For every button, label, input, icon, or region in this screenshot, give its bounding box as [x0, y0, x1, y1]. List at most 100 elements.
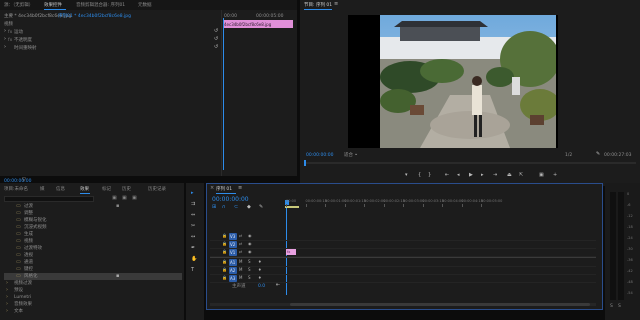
- expand-arrow-icon[interactable]: ›: [4, 29, 6, 34]
- go-to-out-icon[interactable]: ⇥: [493, 173, 497, 178]
- tree-item[interactable]: 过渡特效: [24, 246, 42, 251]
- expand-arrow-icon[interactable]: ›: [4, 37, 6, 42]
- tree-item[interactable]: 生成: [24, 232, 33, 237]
- play-icon[interactable]: ▶: [469, 173, 473, 178]
- expand-arrow-icon[interactable]: ›: [6, 295, 8, 300]
- add-marker-icon[interactable]: ◆: [247, 205, 251, 210]
- tree-item[interactable]: 调整: [24, 211, 33, 216]
- sequence-tab[interactable]: 序列 01: [216, 187, 232, 192]
- tab-effect-controls[interactable]: 效果控件: [44, 3, 62, 8]
- tree-item[interactable]: 透视: [24, 253, 33, 258]
- eye-icon[interactable]: ◉: [248, 241, 252, 246]
- lift-icon[interactable]: ⏏: [507, 173, 512, 178]
- folder-icon[interactable]: ▭: [16, 225, 21, 230]
- program-timecode[interactable]: 00:00:00:00: [306, 153, 333, 158]
- effects-tab-3[interactable]: 效果: [80, 187, 89, 192]
- tree-item[interactable]: 沉浸式视频: [24, 225, 47, 230]
- out-point-icon[interactable]: }: [428, 173, 431, 178]
- folder-icon[interactable]: ▭: [16, 260, 21, 265]
- go-to-in-icon[interactable]: ⇤: [445, 173, 449, 178]
- chevron-down-icon[interactable]: ⌄: [354, 152, 358, 157]
- master-track-value[interactable]: 0.0: [258, 284, 265, 289]
- folder-icon[interactable]: ▭: [16, 239, 21, 244]
- folder-icon[interactable]: ▭: [16, 204, 21, 209]
- folder-icon[interactable]: ▭: [16, 253, 21, 258]
- tab-metadata[interactable]: 元数据: [138, 3, 152, 8]
- tree-item[interactable]: 键控: [24, 267, 33, 272]
- extract-icon[interactable]: ⇱: [519, 173, 523, 178]
- sync-lock-icon[interactable]: ⇄: [239, 241, 242, 246]
- snap-icon[interactable]: ∩: [222, 205, 226, 210]
- effects-search-input[interactable]: [4, 196, 94, 202]
- close-icon[interactable]: ×: [210, 186, 214, 191]
- sync-lock-icon[interactable]: ⇄: [239, 249, 242, 254]
- folder-icon[interactable]: ▭: [16, 232, 21, 237]
- property-opacity[interactable]: 不透明度: [14, 38, 32, 43]
- tree-item[interactable]: 文本: [14, 309, 23, 314]
- wrench-icon[interactable]: ✎: [259, 205, 263, 210]
- hand-icon[interactable]: ✋: [191, 257, 197, 262]
- selection-tool-icon[interactable]: ▸: [191, 191, 194, 196]
- new-item-icon[interactable]: ▪: [116, 274, 119, 279]
- timeline-timecode[interactable]: 00:00:00:00: [212, 197, 249, 203]
- tree-item[interactable]: 通道: [24, 260, 33, 265]
- pen-icon[interactable]: ✒: [191, 246, 195, 251]
- tree-item[interactable]: Lumetri: [14, 295, 31, 300]
- program-scrub-bar[interactable]: [304, 162, 636, 164]
- timeline-scroll-handle[interactable]: [290, 303, 590, 306]
- panel-menu-icon[interactable]: ≡: [334, 2, 338, 7]
- tree-item[interactable]: 音频效果: [14, 302, 32, 307]
- tree-item[interactable]: 风格化: [24, 274, 38, 279]
- linked-selection-icon[interactable]: ⊂: [234, 205, 238, 210]
- solo-icon[interactable]: S: [248, 259, 251, 264]
- razor-icon[interactable]: ✂: [191, 224, 195, 229]
- track-select-icon[interactable]: ⇉: [191, 202, 195, 207]
- tree-item[interactable]: 视频过渡: [14, 281, 32, 286]
- meter-solo-left[interactable]: S: [610, 304, 613, 309]
- lock-icon[interactable]: 🔒: [222, 249, 227, 254]
- nest-icon[interactable]: ⊞: [212, 205, 216, 210]
- wrench-icon[interactable]: ✎: [596, 152, 600, 157]
- property-time-remap[interactable]: 时间重映射: [14, 46, 37, 51]
- sync-lock-icon[interactable]: ⇄: [239, 233, 242, 238]
- expand-arrow-icon[interactable]: ›: [6, 288, 8, 293]
- program-playhead[interactable]: [304, 160, 306, 166]
- in-point-icon[interactable]: {: [418, 173, 421, 178]
- tree-item[interactable]: 过渡: [24, 204, 33, 209]
- mute-icon[interactable]: M: [239, 275, 242, 280]
- folder-icon[interactable]: ▭: [16, 246, 21, 251]
- step-forward-icon[interactable]: ▸: [481, 173, 484, 178]
- solo-icon[interactable]: S: [248, 275, 251, 280]
- lock-icon[interactable]: 🔒: [222, 259, 227, 264]
- tree-item[interactable]: 预设: [14, 288, 23, 293]
- effects-tab-0[interactable]: 项目:未命名: [4, 187, 28, 192]
- lock-icon[interactable]: 🔒: [222, 267, 227, 272]
- lock-icon[interactable]: 🔒: [222, 241, 227, 246]
- lock-icon[interactable]: 🔒: [222, 233, 227, 238]
- effects-tab-2[interactable]: 信息: [56, 187, 65, 192]
- new-bin-icon[interactable]: ▣: [112, 196, 117, 201]
- effects-tab-4[interactable]: 标记: [102, 187, 111, 192]
- clip-link[interactable]: 序列01 * 4ec34b0f2bcf8c6e8.jpg: [58, 14, 131, 19]
- effects-tab-1[interactable]: 媒: [40, 187, 45, 192]
- folder-icon[interactable]: ▭: [16, 274, 21, 279]
- solo-icon[interactable]: S: [248, 267, 251, 272]
- expand-arrow-icon[interactable]: ›: [6, 309, 8, 314]
- type-icon[interactable]: T: [191, 268, 194, 273]
- mute-icon[interactable]: M: [239, 267, 242, 272]
- new-bin-icon[interactable]: ▣: [122, 196, 127, 201]
- quality-dropdown[interactable]: 1/2: [565, 153, 572, 158]
- work-area-bar[interactable]: [285, 206, 299, 208]
- fit-dropdown[interactable]: 适合: [344, 153, 353, 158]
- expand-arrow-icon[interactable]: ›: [4, 45, 6, 50]
- reset-icon[interactable]: ↺: [214, 45, 218, 50]
- folder-icon[interactable]: ▭: [16, 211, 21, 216]
- eye-icon[interactable]: ◉: [248, 249, 252, 254]
- tree-item[interactable]: 模糊与锐化: [24, 218, 47, 223]
- reset-icon[interactable]: ↺: [214, 29, 218, 34]
- slip-icon[interactable]: ↔: [191, 235, 195, 240]
- mic-icon[interactable]: ♦: [258, 267, 262, 272]
- panel-menu-icon[interactable]: ≡: [238, 186, 242, 191]
- meter-solo-right[interactable]: S: [618, 304, 621, 309]
- program-title[interactable]: 节目: 序列 01: [304, 3, 332, 8]
